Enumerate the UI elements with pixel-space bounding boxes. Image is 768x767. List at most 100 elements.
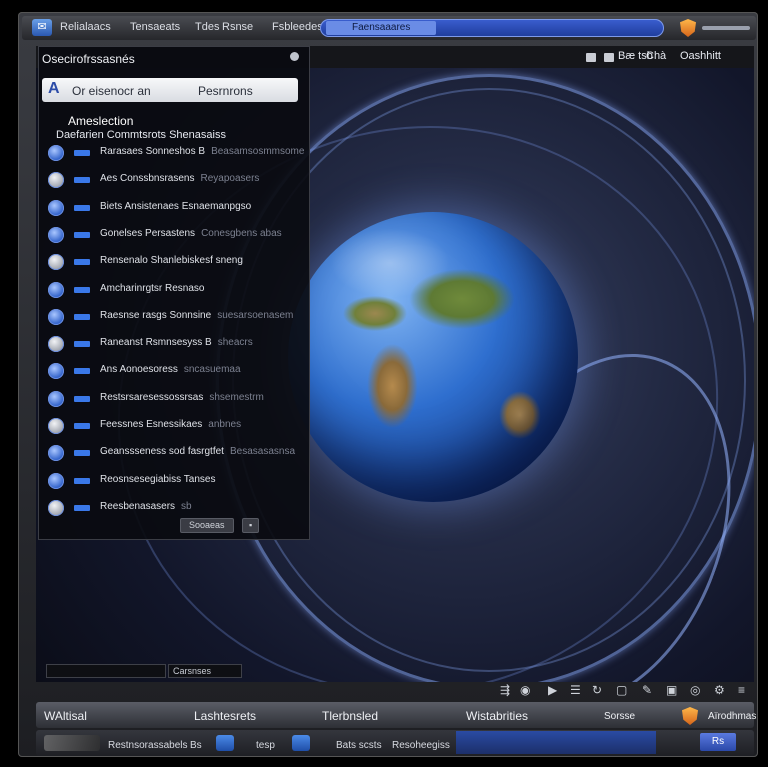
lock-icon[interactable]: ▢: [616, 683, 627, 697]
status-tab-2[interactable]: Lashtesrets: [194, 709, 256, 723]
item-detail: Reyapoasers: [200, 173, 260, 185]
taskbar-panel[interactable]: [456, 731, 656, 754]
app-icon[interactable]: [292, 735, 310, 751]
image-icon[interactable]: ▣: [666, 683, 677, 697]
panel-search-input[interactable]: A Or eisenocr an Pesrnrons: [42, 78, 298, 102]
refresh-icon[interactable]: ↻: [592, 683, 602, 697]
list-item[interactable]: Raneanst Rsmnsesyss B sheacrs: [44, 333, 300, 355]
grid-icon[interactable]: [586, 53, 596, 62]
item-text: Raesnse rasgs Sonnsine suesarsoenasem: [100, 310, 293, 321]
item-marker: [74, 477, 90, 484]
list-icon[interactable]: ☰: [570, 683, 581, 697]
status-bar: [36, 702, 754, 728]
menu-item-1[interactable]: Relialaacs: [60, 21, 111, 33]
close-icon[interactable]: [290, 52, 299, 61]
list-item[interactable]: Ans Aonoesoress sncasuemaa: [44, 360, 300, 382]
taskbar-item-4[interactable]: Bats scsts: [336, 740, 382, 751]
item-text: Reesbenasasers sb: [100, 501, 192, 512]
menu-item-4[interactable]: Rsnse: [222, 21, 253, 33]
panel-footer-small-button[interactable]: ▪: [242, 518, 260, 533]
list-item[interactable]: Geanssseness sod fasrgtfet Besasasasnsa: [44, 442, 300, 464]
taskbar-button[interactable]: Rs: [700, 733, 736, 751]
eye-icon[interactable]: ◉: [520, 683, 530, 697]
list-item[interactable]: Feessnes Esnessikaes anbnes: [44, 415, 300, 437]
item-text: Reosnsesegiabiss Tanses: [100, 474, 221, 485]
list-item[interactable]: Amcharinrgtsr Resnaso: [44, 279, 300, 301]
item-label: Restsrsaresessossrsas: [100, 391, 204, 403]
list-item[interactable]: Reosnsesegiabiss Tanses: [44, 470, 300, 492]
signal-icon[interactable]: ⇶: [500, 683, 510, 697]
toolbar-right-3[interactable]: Oashhitt: [680, 50, 721, 62]
status-tab-1[interactable]: WAltisal: [44, 709, 87, 723]
panel-footer: Sooaeas ▪: [42, 516, 304, 534]
taskbar-item-5[interactable]: Resoheegiss: [392, 740, 450, 751]
settings-icon[interactable]: ⚙: [714, 683, 725, 697]
search-filter[interactable]: Pesrnrons: [198, 84, 253, 98]
taskbar-item-3[interactable]: tesp: [256, 740, 275, 751]
toolbar-right-2[interactable]: Chà: [646, 50, 666, 62]
status-tab-4[interactable]: Wistabrities: [466, 709, 528, 723]
volume-slider[interactable]: [702, 26, 750, 30]
item-label: Rensenalo Shanlebiskesf sneng: [100, 255, 243, 267]
item-text: Ans Aonoesoress sncasuemaa: [100, 364, 241, 375]
list-item[interactable]: Aes Conssbnsrasens Reyapoasers: [44, 169, 300, 191]
item-label: Rarasaes Sonneshos B: [100, 146, 206, 157]
item-detail: Conesgbens abas: [201, 227, 282, 239]
edit-icon[interactable]: ✎: [642, 683, 652, 697]
item-text: Rensenalo Shanlebiskesf sneng: [100, 255, 249, 266]
item-icon: [48, 363, 64, 380]
item-marker: [74, 150, 90, 156]
list-item[interactable]: Raesnse rasgs Sonnsine suesarsoenasem: [44, 306, 300, 328]
taskbar-item-2[interactable]: Bs: [190, 740, 202, 751]
item-marker: [74, 259, 90, 266]
panel-footer-button[interactable]: Sooaeas: [180, 518, 234, 533]
globe-highlight: [330, 228, 450, 298]
menu-item-3[interactable]: Tdes: [195, 21, 219, 33]
item-marker: [74, 395, 90, 402]
play-icon[interactable]: ▶: [548, 683, 557, 697]
globe-icon[interactable]: ◎: [690, 683, 700, 697]
item-text: Amcharinrgtsr Resnaso: [100, 283, 210, 294]
lower-left-field[interactable]: [46, 664, 166, 678]
window-icon[interactable]: [604, 53, 614, 62]
lower-field[interactable]: Carsnses: [168, 664, 242, 678]
status-tab-3[interactable]: Tlerbnsled: [322, 709, 378, 723]
item-icon: [48, 254, 64, 271]
item-text: Restsrsaresessossrsas shsemestrm: [100, 392, 264, 403]
item-text: Raneanst Rsmnsesyss B sheacrs: [100, 337, 253, 348]
status-user[interactable]: Aïrodhmas: [708, 711, 756, 722]
item-text: Feessnes Esnessikaes anbnes: [100, 419, 241, 430]
menu-item-5[interactable]: Fsbleedes: [272, 21, 323, 33]
list-item[interactable]: Gonelses Persastens Conesgbens abas: [44, 224, 300, 246]
menu-icon[interactable]: ≡: [738, 683, 745, 697]
menu-item-2[interactable]: Tensaeats: [130, 21, 180, 33]
search-tag[interactable]: Faensaaares: [326, 21, 437, 35]
list-item[interactable]: Rarasaes Sonneshos B Beasamsosmmsome: [44, 142, 304, 164]
item-icon: [48, 308, 64, 325]
item-label: Feessnes Esnessikaes: [100, 419, 203, 430]
list-item[interactable]: Biets Ansistenaes Esnaemanpgso: [44, 197, 300, 219]
item-marker: [74, 341, 90, 348]
item-icon: [48, 445, 64, 462]
item-text: Biets Ansistenaes Esnaemanpgso: [100, 201, 257, 212]
global-search-bar[interactable]: Faensaaares: [320, 19, 664, 37]
app-icon[interactable]: [216, 735, 234, 751]
list-item[interactable]: Restsrsaresessossrsas shsemestrm: [44, 388, 300, 410]
list-item[interactable]: Rensenalo Shanlebiskesf sneng: [44, 251, 300, 273]
item-label: Aes Conssbnsrasens: [100, 173, 195, 185]
item-label: Biets Ansistenaes Esnaemanpgso: [100, 200, 252, 212]
item-marker: [74, 504, 90, 511]
item-text: Rarasaes Sonneshos B Beasamsosmmsome: [100, 146, 304, 157]
item-label: Amcharinrgtsr Resnaso: [100, 282, 205, 294]
taskbar-item-1[interactable]: Restnsorassabels: [108, 740, 187, 751]
app-icon[interactable]: ✉: [32, 19, 52, 36]
taskbar-logo[interactable]: [44, 735, 100, 751]
item-detail: sncasuemaa: [183, 364, 241, 376]
item-icon: [48, 145, 64, 161]
sort-button[interactable]: Sorsse: [604, 711, 635, 722]
item-label: Raesnse rasgs Sonnsine: [100, 309, 212, 321]
item-marker: [74, 313, 90, 320]
item-icon: [48, 499, 64, 516]
item-detail: suesarsoenasem: [217, 309, 294, 321]
item-label: Geanssseness sod fasrgtfet: [100, 446, 224, 458]
